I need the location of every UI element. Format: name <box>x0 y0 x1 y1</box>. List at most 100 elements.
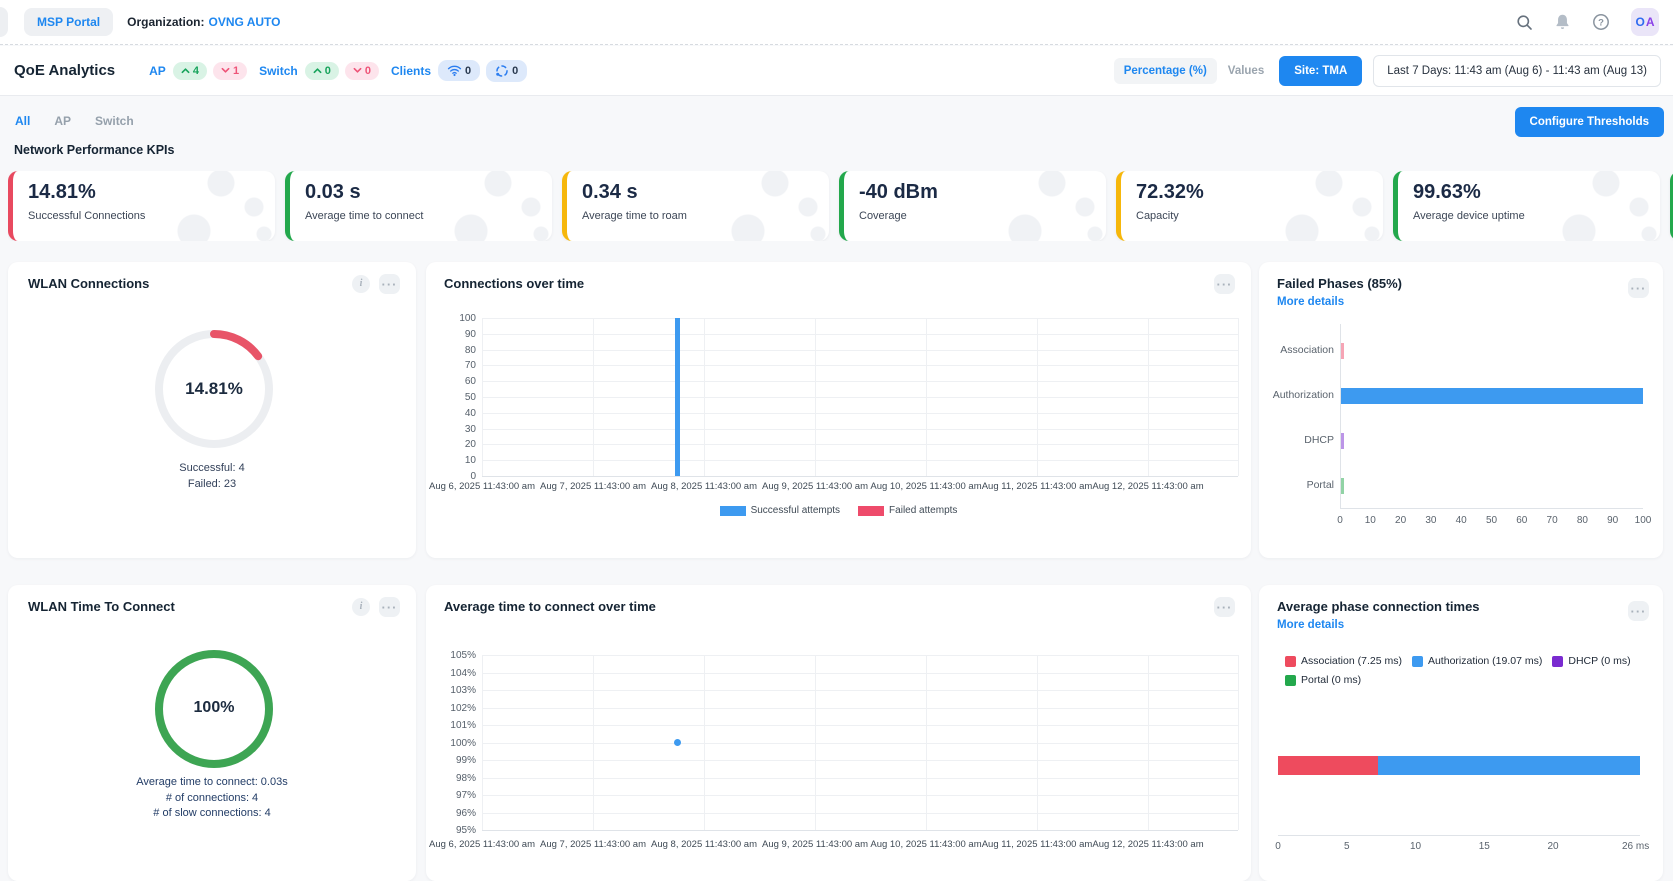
phase-legend-item: Portal (0 ms) <box>1285 674 1361 686</box>
y-tick-label: 90 <box>434 329 476 340</box>
wlan-connections-card: WLAN Connections i ··· 14.81% Successful… <box>8 262 416 558</box>
connections-over-time-card: Connections over time ··· 10090807060504… <box>426 262 1251 558</box>
kpi-label: Capacity <box>1136 210 1383 222</box>
switch-down-badge: 0 <box>345 62 379 80</box>
ellipsis-menu-icon[interactable]: ··· <box>1214 274 1235 294</box>
legend-swatch <box>1412 656 1423 667</box>
values-toggle[interactable]: Values <box>1228 65 1264 77</box>
x-tick-label: 40 <box>1446 515 1476 526</box>
kpi-value: 0.03 s <box>305 181 552 204</box>
wlan-connections-summary: Successful: 4Failed: 23 <box>8 461 416 492</box>
wlan-time-to-connect-card: WLAN Time To Connect i ··· 100% Average … <box>8 585 416 881</box>
switch-up-badge: 0 <box>305 62 339 80</box>
configure-thresholds-button[interactable]: Configure Thresholds <box>1515 107 1664 137</box>
x-tick-label: Aug 12, 2025 11:43:00 am <box>1073 839 1223 850</box>
x-tick-label: 70 <box>1537 515 1567 526</box>
ap-down-badge: 1 <box>213 62 247 80</box>
card-title: Average phase connection times <box>1277 599 1480 614</box>
kpi-label: Average device uptime <box>1413 210 1660 222</box>
legend-item: Successful attempts <box>720 505 840 516</box>
kpi-card-4: -40 dBmCoverage <box>839 171 1106 241</box>
grid-line-h <box>482 708 1238 709</box>
y-tick-label: 60 <box>434 376 476 387</box>
phase-bar-authorization <box>1341 388 1643 404</box>
x-tick-label: 60 <box>1507 515 1537 526</box>
kpi-value: 99.63% <box>1413 181 1660 204</box>
notifications-bell-icon[interactable] <box>1554 13 1571 31</box>
avatar[interactable]: O A <box>1631 8 1659 36</box>
y-tick-label: 96% <box>434 808 476 819</box>
y-tick-label: 101% <box>434 720 476 731</box>
organization-link[interactable]: OVNG AUTO <box>208 15 280 29</box>
grid-line-v <box>815 655 816 830</box>
x-tick-label: 5 <box>1327 841 1367 852</box>
phase-bar-portal <box>1341 478 1344 494</box>
percentage-toggle[interactable]: Percentage (%) <box>1114 58 1217 84</box>
more-details-link[interactable]: More details <box>1277 619 1344 631</box>
kpi-card-2: 0.03 sAverage time to connect <box>285 171 552 241</box>
donut-summary-line: Successful: 4 <box>8 461 416 477</box>
date-range-picker[interactable]: Last 7 Days: 11:43 am (Aug 6) - 11:43 am… <box>1373 55 1661 87</box>
kpi-value: 0.34 s <box>582 181 829 204</box>
y-tick-label: 95% <box>434 825 476 836</box>
ellipsis-menu-icon[interactable]: ··· <box>1628 601 1649 621</box>
grid-line-h <box>482 350 1238 351</box>
x-tick-label: 0 <box>1325 515 1355 526</box>
info-icon[interactable]: i <box>352 598 370 616</box>
ellipsis-menu-icon[interactable]: ··· <box>1214 597 1235 617</box>
legend-label: Successful attempts <box>751 505 840 516</box>
roaming-icon <box>495 64 509 78</box>
ellipsis-menu-icon[interactable]: ··· <box>379 274 400 294</box>
more-details-link[interactable]: More details <box>1277 296 1344 308</box>
msp-portal-button[interactable]: MSP Portal <box>24 8 113 36</box>
grid-line-v <box>1148 655 1149 830</box>
topbar-icons: ? O A <box>1516 8 1659 36</box>
site-selector-button[interactable]: Site: TMA <box>1279 56 1362 86</box>
chart-legend: Successful attempts Failed attempts <box>426 505 1251 516</box>
organization: Organization:OVNG AUTO <box>127 15 280 29</box>
y-tick-label: 102% <box>434 703 476 714</box>
grid-line-v <box>593 318 594 476</box>
grid-line-h <box>482 830 1238 831</box>
down-count: 0 <box>365 65 371 77</box>
grid-line-v <box>704 655 705 830</box>
roaming-clients-count: 0 <box>512 65 518 77</box>
grid-line-v <box>926 318 927 476</box>
tab-switch[interactable]: Switch <box>95 114 134 128</box>
y-tick-label: 98% <box>434 773 476 784</box>
chevron-up-icon <box>181 67 190 74</box>
tab-all[interactable]: All <box>15 114 30 128</box>
ellipsis-menu-icon[interactable]: ··· <box>379 597 400 617</box>
svg-text:?: ? <box>1598 17 1604 28</box>
grid-line-v <box>1148 318 1149 476</box>
kpi-card-5: 72.32%Capacity <box>1116 171 1383 241</box>
y-tick-label: 40 <box>434 408 476 419</box>
wifi-icon <box>447 64 462 77</box>
x-tick-label: 26 ms <box>1616 841 1656 852</box>
legend-swatch <box>720 506 746 516</box>
grid-line-h <box>482 381 1238 382</box>
ellipsis-menu-icon[interactable]: ··· <box>1628 278 1649 298</box>
search-icon[interactable] <box>1516 14 1533 31</box>
stacked-segment-authorization <box>1378 756 1640 775</box>
switch-label: Switch <box>259 64 298 78</box>
y-tick-label: 100% <box>434 738 476 749</box>
ap-up-badge: 4 <box>173 62 207 80</box>
kpi-value: 14.81% <box>28 181 275 204</box>
category-label: DHCP <box>1269 434 1334 446</box>
y-tick-label: 104% <box>434 668 476 679</box>
y-tick-label: 97% <box>434 790 476 801</box>
info-icon[interactable]: i <box>352 275 370 293</box>
chevron-up-icon <box>313 67 322 74</box>
help-icon[interactable]: ? <box>1592 13 1610 31</box>
tab-ap[interactable]: AP <box>54 114 71 128</box>
x-axis-line <box>1278 835 1640 836</box>
legend-item: Failed attempts <box>858 505 957 516</box>
grid-line-h <box>482 760 1238 761</box>
wifi-clients-count: 0 <box>465 65 471 77</box>
x-tick-label: 90 <box>1598 515 1628 526</box>
y-tick-label: 105% <box>434 650 476 661</box>
up-count: 4 <box>193 65 199 77</box>
legend-swatch <box>1285 656 1296 667</box>
phase-legend-item: DHCP (0 ms) <box>1552 655 1630 667</box>
